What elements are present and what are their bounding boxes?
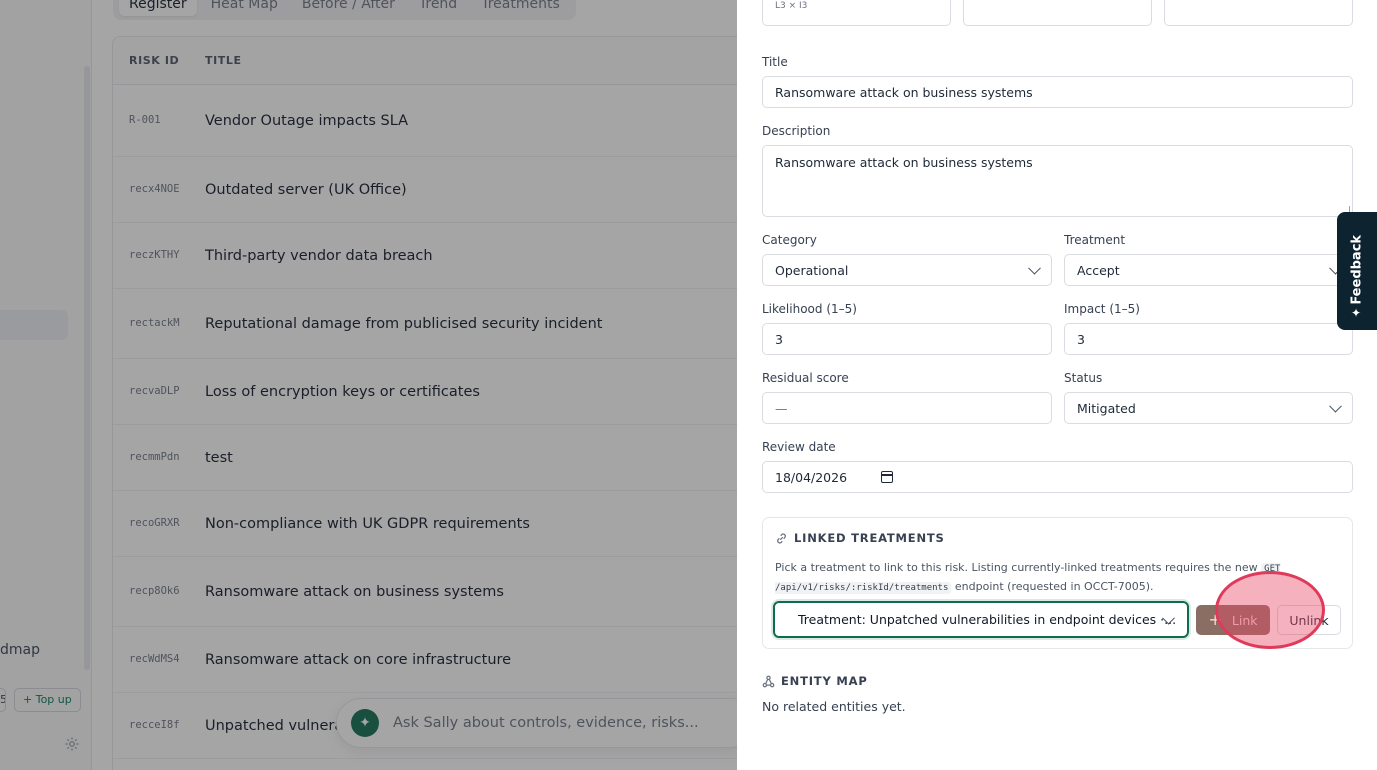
status-value: Mitigated <box>1077 400 1136 416</box>
treatment-picker-value: Treatment: Unpatched vulnerabilities in … <box>798 612 1177 627</box>
review-date-input[interactable]: 18/04/2026 <box>762 461 1353 493</box>
description-textarea[interactable]: Ransomware attack on business systems <box>762 145 1353 217</box>
linked-treatments-panel: LINKED TREATMENTS Pick a treatment to li… <box>762 517 1353 649</box>
link-button-label: Link <box>1231 612 1258 628</box>
link-icon <box>777 532 786 544</box>
category-label: Category <box>762 233 817 247</box>
feedback-label: Feedback <box>1349 234 1365 305</box>
status-label: Status <box>1064 371 1103 385</box>
review-date-value: 18/04/2026 <box>775 469 848 485</box>
residual-score-input[interactable]: — <box>762 392 1052 424</box>
residual-score-label: Residual score <box>762 371 849 385</box>
score-hint: L3 × I3 <box>775 1 808 11</box>
treatment-label: Treatment <box>1064 233 1126 247</box>
description-label: Description <box>762 124 831 138</box>
likelihood-label: Likelihood (1–5) <box>762 302 857 316</box>
category-select[interactable]: Operational <box>762 254 1052 286</box>
desc-text-after: endpoint (requested in OCCT-7005). <box>954 580 1154 593</box>
review-date-label: Review date <box>762 440 836 454</box>
plus-icon: + <box>1208 610 1222 629</box>
chevron-down-icon <box>1028 261 1041 275</box>
network-icon <box>762 675 775 687</box>
description-text: Ransomware attack on business systems <box>775 155 1033 170</box>
chevron-down-icon <box>1329 399 1342 413</box>
impact-label: Impact (1–5) <box>1064 302 1140 316</box>
sparkle-icon: ✦ <box>1351 306 1362 320</box>
title-input[interactable]: Ransomware attack on business systems <box>762 76 1353 108</box>
linked-treatments-description: Pick a treatment to link to this risk. L… <box>775 559 1335 597</box>
treatment-picker-select[interactable]: Treatment: Unpatched vulnerabilities in … <box>773 601 1189 638</box>
score-field[interactable]: L3 × I3 <box>762 0 951 26</box>
desc-text: Pick a treatment to link to this risk. L… <box>775 561 1258 574</box>
linked-treatments-title: LINKED TREATMENTS <box>794 531 945 545</box>
status-select[interactable]: Mitigated <box>1064 392 1353 424</box>
calendar-icon[interactable] <box>881 471 893 483</box>
linked-treatments-heading: LINKED TREATMENTS <box>775 531 945 545</box>
impact-input[interactable]: 3 <box>1064 323 1353 355</box>
risk-register-page: dmap 5 + Top up Register Heat Map Before… <box>0 0 737 770</box>
entity-map-empty-state: No related entities yet. <box>762 699 906 714</box>
feedback-tab[interactable]: Feedback ✦ <box>1337 212 1377 330</box>
title-label: Title <box>762 55 788 69</box>
likelihood-input[interactable]: 3 <box>762 323 1052 355</box>
category-value: Operational <box>775 262 849 278</box>
risk-edit-drawer: L3 × I3 Title Ransomware attack on busin… <box>737 0 1377 770</box>
treatment-select[interactable]: Accept <box>1064 254 1353 286</box>
score-field-2[interactable] <box>963 0 1152 26</box>
entity-map-heading: ENTITY MAP <box>762 674 868 688</box>
treatment-value: Accept <box>1077 262 1120 278</box>
link-button[interactable]: + Link <box>1196 605 1270 635</box>
unlink-button[interactable]: Unlink <box>1277 605 1341 635</box>
modal-backdrop[interactable] <box>0 0 737 770</box>
score-field-3[interactable] <box>1164 0 1353 26</box>
entity-map-title: ENTITY MAP <box>781 674 868 688</box>
